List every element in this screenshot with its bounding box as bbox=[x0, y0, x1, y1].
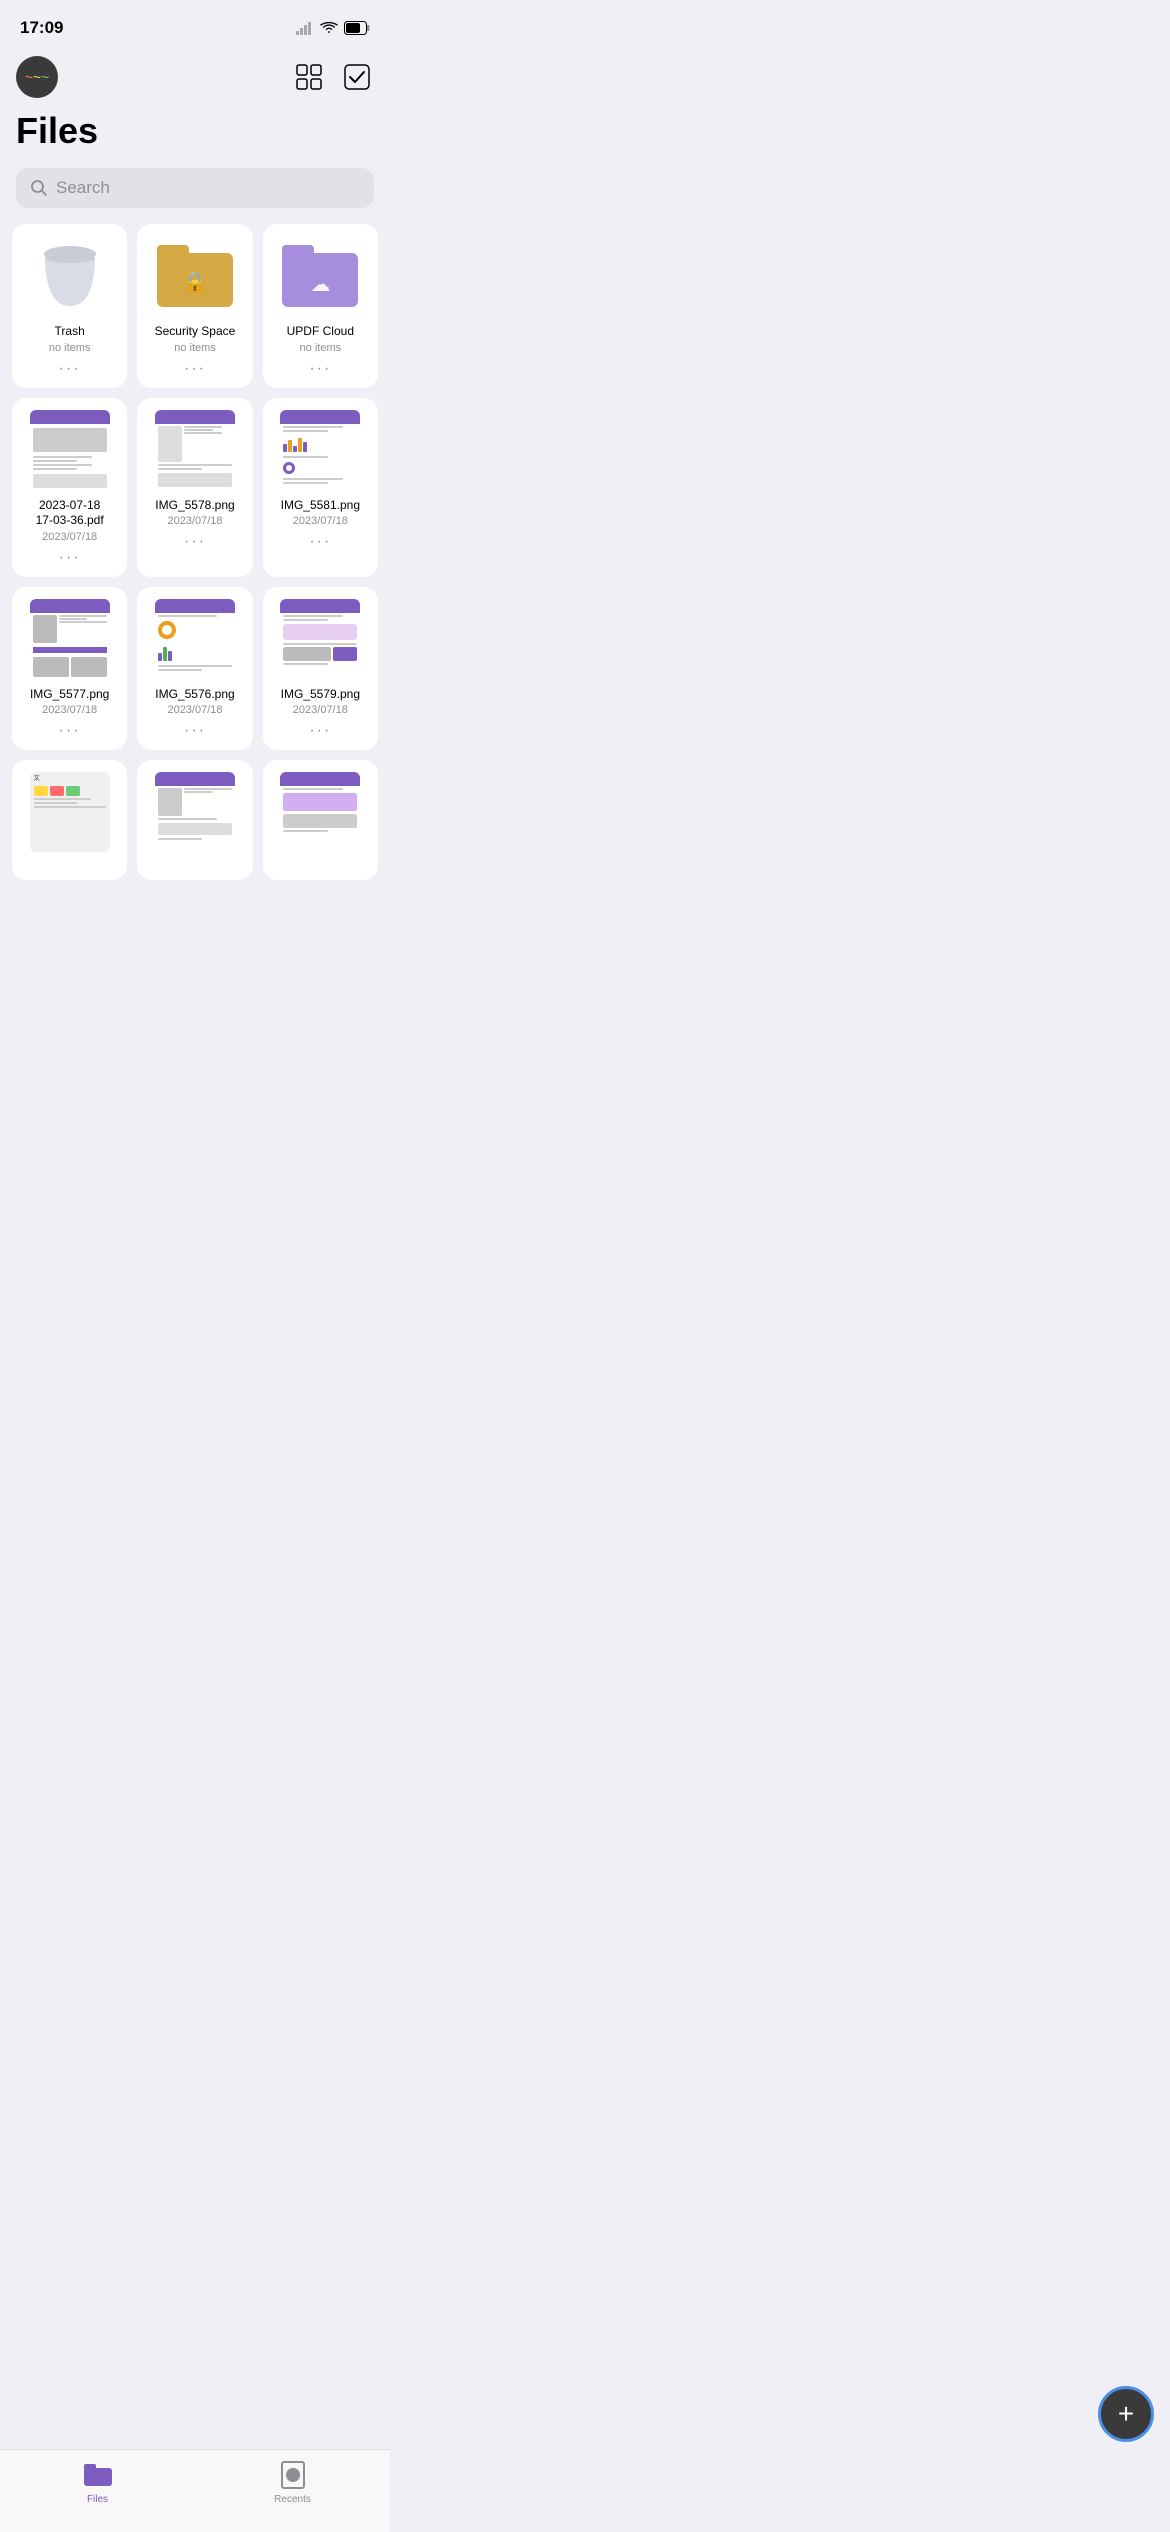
cloud-folder-icon: ☁ bbox=[282, 245, 358, 307]
file-img-5577-name: IMG_5577.png bbox=[30, 687, 109, 703]
app-logo[interactable]: ~~~ bbox=[16, 56, 58, 98]
file-img-5576-date: 2023/07/18 bbox=[167, 704, 222, 716]
signal-icon bbox=[296, 21, 314, 35]
folder-security-menu[interactable]: ··· bbox=[176, 358, 214, 380]
recents-icon bbox=[281, 2461, 305, 2489]
logo-icon: ~~~ bbox=[25, 69, 50, 85]
tab-bar: Files Recents bbox=[0, 2449, 390, 2532]
file-img-5576-menu[interactable]: ··· bbox=[176, 720, 214, 742]
recents-tab-icon-area bbox=[278, 2460, 308, 2490]
img-5576-thumbnail bbox=[155, 599, 235, 679]
img-5581-thumbnail bbox=[280, 410, 360, 490]
file-7-thumbnail: 文 bbox=[30, 772, 110, 852]
files-folder-icon bbox=[84, 2464, 112, 2486]
files-tab-icon-area bbox=[83, 2460, 113, 2490]
pdf-thumbnail bbox=[30, 410, 110, 490]
files-tab-label: Files bbox=[87, 2494, 108, 2505]
file-pdf-1-menu[interactable]: ··· bbox=[51, 547, 89, 569]
file-7[interactable]: 文 bbox=[12, 760, 127, 880]
file-img-5576-name: IMG_5576.png bbox=[155, 687, 234, 703]
file-9-thumbnail bbox=[280, 772, 360, 852]
file-img-5577-menu[interactable]: ··· bbox=[51, 720, 89, 742]
file-img-5577-date: 2023/07/18 bbox=[42, 704, 97, 716]
file-9[interactable] bbox=[263, 760, 378, 880]
file-img-5579-name: IMG_5579.png bbox=[281, 687, 360, 703]
header: ~~~ bbox=[0, 50, 390, 106]
search-bar[interactable]: Search bbox=[16, 168, 374, 208]
security-icon-area: 🔒 bbox=[155, 236, 235, 316]
status-icons bbox=[296, 21, 370, 35]
grid-view-button[interactable] bbox=[292, 60, 326, 94]
security-folder-icon: 🔒 bbox=[157, 245, 233, 307]
recents-face bbox=[286, 2468, 300, 2482]
folder-cloud-menu[interactable]: ··· bbox=[301, 358, 339, 380]
file-img-5576[interactable]: IMG_5576.png 2023/07/18 ··· bbox=[137, 587, 252, 751]
file-img-5578-menu[interactable]: ··· bbox=[176, 531, 214, 553]
file-img-5579-menu[interactable]: ··· bbox=[301, 720, 339, 742]
folder-trash-name: Trash bbox=[55, 324, 85, 340]
file-8[interactable] bbox=[137, 760, 252, 880]
file-img-5578[interactable]: IMG_5578.png 2023/07/18 ··· bbox=[137, 398, 252, 577]
file-pdf-1-date: 2023/07/18 bbox=[42, 531, 97, 543]
file-img-5579-date: 2023/07/18 bbox=[293, 704, 348, 716]
lock-icon: 🔒 bbox=[183, 270, 208, 295]
file-8-thumbnail bbox=[155, 772, 235, 852]
folder-trash[interactable]: Trash no items ··· bbox=[12, 224, 127, 388]
grid-icon bbox=[296, 64, 322, 90]
file-img-5581-menu[interactable]: ··· bbox=[301, 531, 339, 553]
page-title: Files bbox=[0, 106, 390, 168]
file-img-5581-date: 2023/07/18 bbox=[293, 515, 348, 527]
file-pdf-1[interactable]: 2023-07-1817-03-36.pdf 2023/07/18 ··· bbox=[12, 398, 127, 577]
folder-security[interactable]: 🔒 Security Space no items ··· bbox=[137, 224, 252, 388]
recents-tab-label: Recents bbox=[274, 2494, 311, 2505]
cloud-icon: ☁ bbox=[310, 272, 330, 297]
search-icon bbox=[30, 179, 48, 197]
status-time: 17:09 bbox=[20, 18, 63, 38]
folder-cloud-name: UPDF Cloud bbox=[287, 324, 354, 340]
folder-updf-cloud[interactable]: ☁ UPDF Cloud no items ··· bbox=[263, 224, 378, 388]
file-img-5578-name: IMG_5578.png bbox=[155, 498, 234, 514]
trash-icon bbox=[41, 244, 99, 309]
trash-icon-area bbox=[30, 236, 110, 316]
cloud-icon-area: ☁ bbox=[280, 236, 360, 316]
file-pdf-1-name: 2023-07-1817-03-36.pdf bbox=[36, 498, 104, 529]
select-button[interactable] bbox=[340, 60, 374, 94]
folder-cloud-subtitle: no items bbox=[300, 342, 342, 354]
file-img-5581[interactable]: IMG_5581.png 2023/07/18 ··· bbox=[263, 398, 378, 577]
folder-security-name: Security Space bbox=[155, 324, 236, 340]
wifi-icon bbox=[320, 21, 338, 35]
header-actions bbox=[292, 60, 374, 94]
folder-trash-subtitle: no items bbox=[49, 342, 91, 354]
img-5578-thumbnail bbox=[155, 410, 235, 490]
folder-trash-menu[interactable]: ··· bbox=[51, 358, 89, 380]
file-img-5577[interactable]: IMG_5577.png 2023/07/18 ··· bbox=[12, 587, 127, 751]
search-placeholder: Search bbox=[56, 178, 110, 198]
files-grid: Trash no items ··· 🔒 Security Space no i… bbox=[0, 224, 390, 980]
status-bar: 17:09 bbox=[0, 0, 390, 50]
file-img-5579[interactable]: IMG_5579.png 2023/07/18 ··· bbox=[263, 587, 378, 751]
file-img-5581-name: IMG_5581.png bbox=[281, 498, 360, 514]
folder-security-subtitle: no items bbox=[174, 342, 216, 354]
tab-files[interactable]: Files bbox=[0, 2460, 195, 2505]
plus-icon: + bbox=[1118, 2400, 1134, 2428]
search-container: Search bbox=[0, 168, 390, 224]
battery-icon bbox=[344, 21, 370, 35]
img-5577-thumbnail bbox=[30, 599, 110, 679]
checkbox-icon bbox=[344, 64, 370, 90]
img-5579-thumbnail bbox=[280, 599, 360, 679]
add-button[interactable]: + bbox=[1098, 2386, 1154, 2442]
tab-recents[interactable]: Recents bbox=[195, 2460, 390, 2505]
file-img-5578-date: 2023/07/18 bbox=[167, 515, 222, 527]
